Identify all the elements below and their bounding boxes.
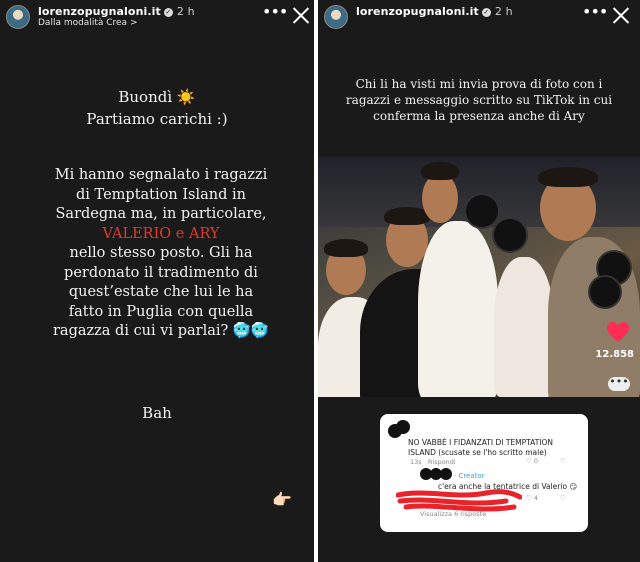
person-hair bbox=[538, 167, 598, 187]
closing-text: Bah bbox=[142, 404, 172, 422]
verified-icon: ✓ bbox=[163, 8, 173, 17]
more-options-icon[interactable]: ••• bbox=[262, 4, 288, 20]
person-white-shirt-center bbox=[418, 221, 498, 397]
person-head bbox=[422, 173, 458, 223]
blurred-face bbox=[494, 219, 526, 251]
post-time: 2 h bbox=[176, 5, 195, 18]
pointing-hand-emoji: 👉🏻 bbox=[272, 490, 292, 509]
view-replies-link[interactable]: Visualizza 6 risposte bbox=[420, 510, 486, 518]
created-with-label[interactable]: Dalla modalità Crea > bbox=[38, 18, 138, 28]
story-left: lorenzopugnaloni.it ✓ 2 h Dalla modalità C… bbox=[0, 0, 314, 562]
avatar[interactable] bbox=[6, 5, 30, 29]
blurred-face bbox=[590, 277, 620, 307]
comment-screenshot: NO VABBÈ I FIDANZATI DI TEMPTATION ISLAN… bbox=[380, 414, 588, 532]
story-body-text: Mi hanno segnalato i ragazzi di Temptati… bbox=[50, 166, 272, 342]
comment-like-count: 0 bbox=[533, 457, 539, 465]
username-text[interactable]: lorenzopugnaloni.it bbox=[38, 5, 161, 18]
story-header: lorenzopugnaloni.it ✓ 2 h ••• bbox=[318, 0, 640, 34]
body-part-2: nello stesso posto. Gli ha perdonato il … bbox=[53, 245, 269, 339]
avatar[interactable] bbox=[324, 5, 348, 29]
username[interactable]: lorenzopugnaloni.it ✓ 2 h bbox=[38, 5, 195, 18]
dislike-icon[interactable]: ♡ bbox=[560, 457, 566, 465]
comment-like[interactable]: ♡ 0 bbox=[526, 457, 538, 465]
comment-age: 13s bbox=[410, 458, 422, 466]
reply-like[interactable]: ♡ 4 bbox=[526, 494, 538, 502]
close-icon[interactable] bbox=[290, 4, 312, 26]
person-hair bbox=[421, 162, 459, 180]
greeting-line-2: Partiamo carichi :) bbox=[86, 110, 228, 128]
verified-icon: ✓ bbox=[481, 8, 491, 17]
blurred-avatar bbox=[396, 420, 410, 434]
username[interactable]: lorenzopugnaloni.it ✓ 2 h bbox=[356, 5, 513, 18]
like-count: 12.858 bbox=[595, 349, 634, 360]
story-right: lorenzopugnaloni.it ✓ 2 h ••• Chi li ha vi… bbox=[318, 0, 640, 562]
chevron-right-icon: > bbox=[129, 18, 138, 28]
more-options-icon[interactable]: ••• bbox=[582, 4, 608, 20]
username-text[interactable]: lorenzopugnaloni.it bbox=[356, 5, 479, 18]
close-icon[interactable] bbox=[610, 4, 632, 26]
body-part-1: Mi hanno segnalato i ragazzi di Temptati… bbox=[54, 167, 268, 222]
body-highlight: VALERIO e ARY bbox=[102, 225, 220, 242]
blurred-face bbox=[466, 195, 498, 227]
subtitle-text: Dalla modalità Crea bbox=[38, 18, 128, 28]
post-time: 2 h bbox=[494, 5, 513, 18]
reply-link[interactable]: Rispondi bbox=[428, 458, 456, 466]
creator-badge: · Creator bbox=[454, 472, 485, 480]
greeting-line-1: Buondì ☀️ bbox=[118, 88, 196, 106]
story-caption: Chi li ha visti mi invia prova di foto c… bbox=[345, 77, 613, 123]
blurred-avatar bbox=[440, 468, 452, 480]
reply-like-count: 4 bbox=[533, 494, 539, 502]
dislike-icon[interactable]: ♡ bbox=[560, 494, 566, 502]
heart-icon[interactable] bbox=[606, 321, 630, 343]
more-options-icon[interactable]: ••• bbox=[608, 376, 630, 391]
story-header: lorenzopugnaloni.it ✓ 2 h Dalla modalità C… bbox=[0, 0, 314, 34]
tiktok-photo: 12.858 ••• bbox=[318, 157, 640, 397]
greeting: Buondì ☀️ Partiamo carichi :) bbox=[0, 86, 314, 130]
person-white-top bbox=[494, 257, 554, 397]
person-hair bbox=[324, 239, 368, 257]
comment-text: NO VABBÈ I FIDANZATI DI TEMPTATION ISLAN… bbox=[408, 438, 554, 457]
comment-meta: 13s Rispondi bbox=[410, 458, 456, 466]
